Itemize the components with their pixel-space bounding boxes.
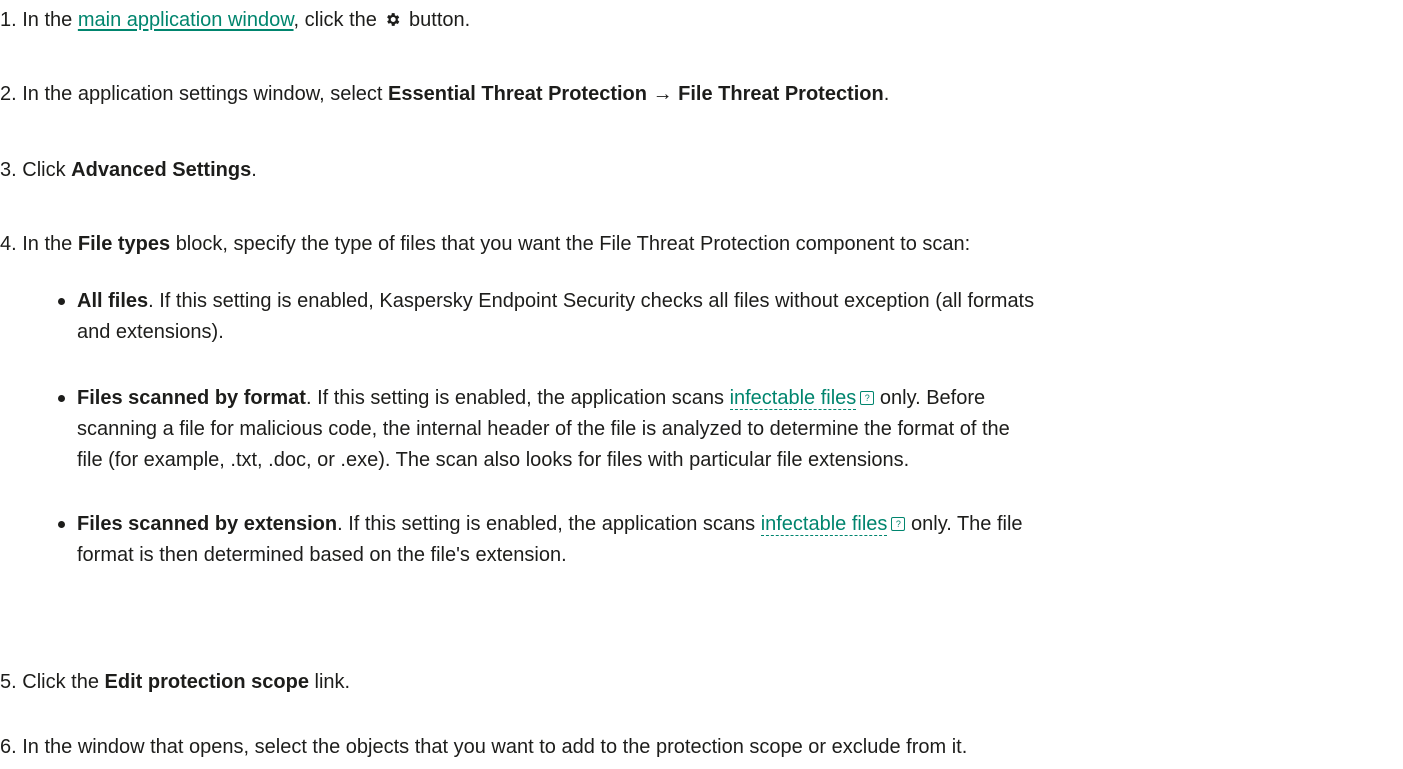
main-application-window-link[interactable]: main application window bbox=[78, 9, 294, 31]
step-number: 6. bbox=[0, 736, 17, 758]
arrow-icon: → bbox=[652, 83, 673, 105]
step-text: . bbox=[251, 159, 257, 181]
gear-icon bbox=[384, 7, 401, 38]
step-text: Click bbox=[22, 159, 66, 181]
option-title: All files bbox=[77, 290, 149, 312]
step-text: In the bbox=[22, 9, 73, 31]
option-text: file (for example, .txt, .doc, or .exe).… bbox=[77, 449, 910, 471]
list-item: All files. If this setting is enabled, K… bbox=[0, 286, 1377, 348]
option-title: Files scanned by format bbox=[77, 387, 306, 409]
step-text: block, specify the type of files that yo… bbox=[175, 233, 971, 255]
step-4: 4. In the File types block, specify the … bbox=[0, 229, 970, 260]
step-text: Click the bbox=[22, 671, 99, 693]
infectable-files-link[interactable]: infectable files bbox=[760, 513, 888, 536]
help-icon[interactable]: ? bbox=[891, 516, 906, 531]
option-text: only. Before bbox=[879, 387, 986, 409]
option-text: . If this setting is enabled, the applic… bbox=[337, 513, 756, 535]
edit-protection-scope-label: Edit protection scope bbox=[104, 671, 309, 693]
step-number: 5. bbox=[0, 671, 17, 693]
essential-threat-protection-label: Essential Threat Protection bbox=[388, 83, 647, 105]
step-text: In the application settings window, sele… bbox=[22, 83, 383, 105]
option-text: only. The file bbox=[911, 513, 1023, 535]
step-number: 4. bbox=[0, 233, 17, 255]
step-6: 6. In the window that opens, select the … bbox=[0, 732, 967, 763]
file-types-list: All files. If this setting is enabled, K… bbox=[0, 286, 1403, 571]
step-number: 1. bbox=[0, 9, 17, 31]
step-text: In the window that opens, select the obj… bbox=[22, 736, 968, 758]
step-text: . bbox=[883, 83, 890, 105]
step-number: 3. bbox=[0, 159, 17, 181]
step-5: 5. Click the Edit protection scope link. bbox=[0, 667, 350, 698]
option-text: scanning a file for malicious code, the … bbox=[77, 418, 1010, 440]
option-text: and extensions). bbox=[77, 321, 224, 343]
step-text: button. bbox=[409, 9, 471, 31]
step-number: 2. bbox=[0, 83, 17, 105]
option-text: . If this setting is enabled, the applic… bbox=[305, 387, 724, 409]
instructions-document: 1. In the main application window, click… bbox=[0, 0, 1403, 769]
step-text: link. bbox=[314, 671, 351, 693]
list-item: Files scanned by format. If this setting… bbox=[0, 383, 1377, 476]
option-text: . If this setting is enabled, Kaspersky … bbox=[148, 290, 1035, 312]
step-3: 3. Click Advanced Settings. bbox=[0, 155, 257, 186]
step-1: 1. In the main application window, click… bbox=[0, 5, 470, 38]
option-text: format is then determined based on the f… bbox=[77, 544, 567, 566]
step-2: 2. In the application settings window, s… bbox=[0, 79, 889, 110]
option-title: Files scanned by extension bbox=[77, 513, 338, 535]
step-text: , click the bbox=[293, 9, 377, 31]
list-item: Files scanned by extension. If this sett… bbox=[0, 509, 1377, 571]
advanced-settings-label: Advanced Settings bbox=[71, 159, 252, 181]
help-icon[interactable]: ? bbox=[860, 390, 875, 405]
file-threat-protection-label: File Threat Protection bbox=[678, 83, 884, 105]
file-types-label: File types bbox=[77, 233, 171, 255]
step-text: In the bbox=[22, 233, 73, 255]
infectable-files-link[interactable]: infectable files bbox=[729, 387, 857, 410]
